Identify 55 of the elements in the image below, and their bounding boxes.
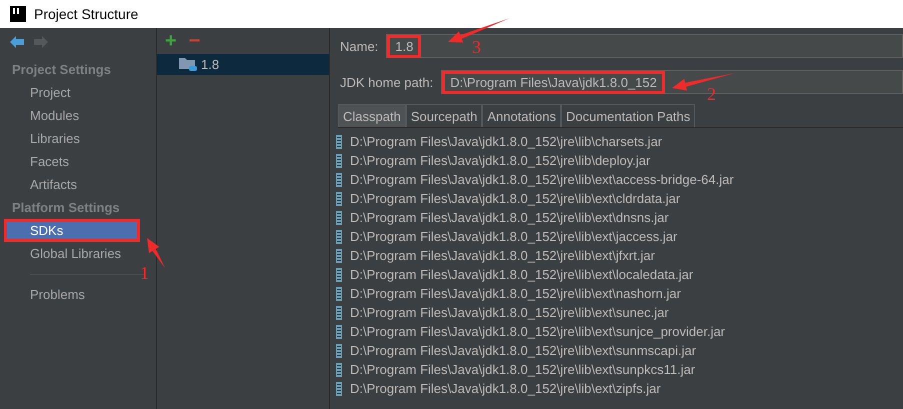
tab[interactable]: Sourcepath	[406, 104, 482, 127]
sidebar-item[interactable]: Facets	[0, 150, 156, 173]
window-title: Project Structure	[34, 6, 138, 22]
classpath-entry[interactable]: D:\Program Files\Java\jdk1.8.0_152\jre\lib\ext\jaccess.jar	[350, 229, 678, 244]
annotation-number: 3	[472, 37, 481, 58]
field-label: JDK home path:	[340, 74, 434, 90]
group-heading: Project Settings	[11, 61, 112, 79]
classpath-entry[interactable]: D:\Program Files\Java\jdk1.8.0_152\jre\lib\ext\sunpkcs11.jar	[350, 362, 696, 377]
sidebar-item[interactable]: Problems	[0, 283, 156, 306]
classpath-entry[interactable]: D:\Program Files\Java\jdk1.8.0_152\jre\lib\charsets.jar	[350, 134, 662, 149]
add-button[interactable]: +	[165, 31, 177, 51]
jar-icon	[336, 230, 342, 244]
jar-icon	[336, 248, 342, 262]
sidebar-item[interactable]: Artifacts	[0, 173, 156, 196]
folder-icon	[179, 57, 197, 72]
classpath-entry[interactable]: D:\Program Files\Java\jdk1.8.0_152\jre\lib\ext\jfxrt.jar	[350, 248, 655, 263]
tree-item[interactable]: 1.8	[157, 54, 329, 75]
jar-icon	[336, 172, 342, 186]
tree-item-label: 1.8	[201, 57, 220, 72]
sidebar-item[interactable]: Modules	[0, 104, 156, 127]
jar-icon	[336, 268, 342, 282]
sidebar-item[interactable]: Project	[0, 81, 156, 104]
classpath-entry[interactable]: D:\Program Files\Java\jdk1.8.0_152\jre\lib\ext\zipfs.jar	[350, 381, 661, 396]
classpath-entry[interactable]: D:\Program Files\Java\jdk1.8.0_152\jre\lib\ext\sunjce_provider.jar	[350, 324, 726, 339]
sidebar-item[interactable]: Global Libraries	[0, 242, 156, 265]
jar-icon	[336, 154, 342, 168]
jar-icon	[336, 286, 342, 300]
jar-icon	[336, 344, 342, 358]
classpath-entry[interactable]: D:\Program Files\Java\jdk1.8.0_152\jre\lib\ext\cldrdata.jar	[350, 191, 680, 206]
app-logo-icon	[10, 6, 26, 22]
jar-icon	[336, 134, 342, 148]
jar-icon	[336, 362, 342, 376]
field-label: Name:	[340, 38, 378, 54]
jar-icon	[336, 306, 342, 320]
group-heading: Platform Settings	[11, 199, 121, 217]
classpath-entry[interactable]: D:\Program Files\Java\jdk1.8.0_152\jre\lib\ext\nashorn.jar	[350, 286, 681, 301]
jar-icon	[336, 382, 342, 396]
annotation-arrow	[147, 238, 165, 268]
classpath-entry[interactable]: D:\Program Files\Java\jdk1.8.0_152\jre\lib\ext\sunmscapi.jar	[350, 343, 696, 358]
jar-icon	[336, 210, 342, 224]
annotation-number: 1	[140, 263, 149, 284]
sidebar-item[interactable]: Libraries	[0, 127, 156, 150]
jar-icon	[336, 324, 342, 338]
classpath-entry[interactable]: D:\Program Files\Java\jdk1.8.0_152\jre\lib\ext\dnsns.jar	[350, 210, 669, 225]
tab[interactable]: Annotations	[482, 104, 561, 127]
sidebar-item[interactable]: SDKs	[4, 219, 140, 242]
tab[interactable]: Documentation Paths	[560, 104, 696, 127]
classpath-entry[interactable]: D:\Program Files\Java\jdk1.8.0_152\jre\lib\ext\access-bridge-64.jar	[350, 172, 734, 187]
tab[interactable]: Classpath	[338, 104, 406, 127]
classpath-entry[interactable]: D:\Program Files\Java\jdk1.8.0_152\jre\lib\ext\sunec.jar	[350, 305, 669, 320]
classpath-entry[interactable]: D:\Program Files\Java\jdk1.8.0_152\jre\lib\ext\localedata.jar	[350, 267, 694, 282]
back-arrow-icon[interactable]	[10, 36, 24, 48]
jar-icon	[336, 192, 342, 206]
classpath-entry[interactable]: D:\Program Files\Java\jdk1.8.0_152\jre\lib\deploy.jar	[350, 153, 650, 168]
annotation-arrow	[448, 18, 510, 43]
